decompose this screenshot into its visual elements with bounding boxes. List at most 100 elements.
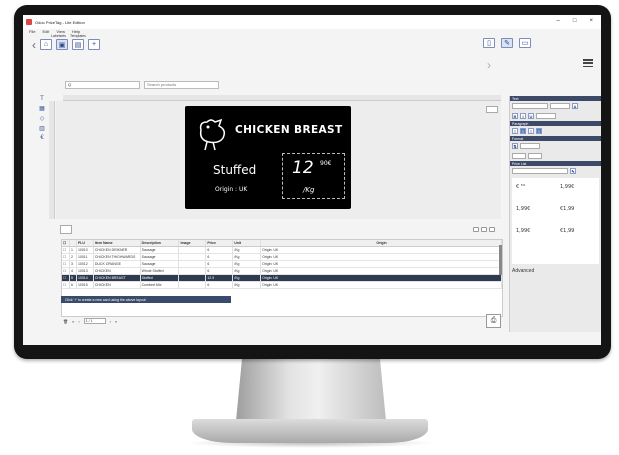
advanced-row: Advanced: [510, 266, 601, 276]
chevron-right-icon[interactable]: ›: [487, 58, 491, 72]
edit-icon[interactable]: ✎: [501, 38, 513, 48]
align-left-icon[interactable]: ≡: [512, 128, 518, 134]
row-price: 6: [206, 282, 234, 288]
price-format-2[interactable]: 1,99€: [560, 184, 574, 190]
row-plu: 10012: [77, 261, 94, 267]
shape-tool-icon[interactable]: ◇: [40, 115, 45, 122]
bold-icon[interactable]: B: [512, 113, 518, 119]
row-checkbox[interactable]: ☐: [62, 268, 70, 274]
print-icon[interactable]: ⎙: [486, 314, 501, 328]
col-description[interactable]: Description: [141, 240, 180, 246]
col-checkbox[interactable]: ☐: [62, 240, 70, 246]
last-page-icon[interactable]: »: [115, 319, 117, 324]
table-row[interactable]: ☐ 5 10014 CHICKEN BREAST Stuffed 12.9/Kg Origi…: [62, 275, 502, 282]
plus-icon[interactable]: +: [88, 39, 100, 50]
format-select[interactable]: [520, 143, 540, 149]
new-card-hint[interactable]: Click '+' to create a new card using the…: [61, 296, 231, 303]
price-label-preview[interactable]: CHICKEN BREAST Stuffed Origin : UK 12 90…: [185, 106, 351, 209]
price-format-1[interactable]: € ⁵°: [516, 184, 525, 190]
layout-icon[interactable]: ▣: [56, 39, 68, 50]
text-tool-icon[interactable]: T: [40, 96, 44, 102]
hamburger-icon[interactable]: [583, 59, 593, 67]
nav-labelsets[interactable]: Labelsets: [51, 34, 66, 38]
image-tool-icon[interactable]: ▦: [39, 105, 45, 112]
row-unit: /Kg: [233, 275, 262, 281]
nav-templates[interactable]: Templates: [70, 34, 86, 38]
label-unit: /Kg: [303, 186, 315, 194]
pager: 🗑 « ‹ 1 / 1 › »: [63, 318, 117, 324]
col-origin[interactable]: Origin: [261, 240, 502, 246]
price-format-6[interactable]: €1,99: [560, 228, 574, 234]
advanced-label[interactable]: Advanced: [512, 268, 534, 274]
align-right-icon[interactable]: ≡: [528, 128, 534, 134]
font-select[interactable]: [512, 103, 548, 109]
style-row: B I U: [510, 111, 601, 121]
table-row[interactable]: ☐ 3 10012 DUCK ORANGE Sausage 6/Kg Origin: UK: [62, 261, 502, 268]
product-search-dropdown[interactable]: Search products: [144, 81, 219, 89]
app-screen: Odoo PriceTag - Lite Edition – □ × File …: [23, 15, 601, 345]
col-price[interactable]: Price: [206, 240, 234, 246]
first-page-icon[interactable]: «: [72, 319, 74, 324]
price-format-4[interactable]: €1,99: [560, 206, 574, 212]
row-checkbox[interactable]: ☐: [62, 254, 70, 260]
format-b-select[interactable]: [512, 153, 526, 159]
close-button[interactable]: ×: [589, 18, 593, 24]
color-select[interactable]: [536, 113, 556, 119]
format-row-2: [510, 151, 601, 161]
table-row[interactable]: ☐ 2 10011 CHICKEN THIGHWARDS Sausage 6/Kg Orig…: [62, 254, 502, 261]
zoom-in-icon[interactable]: [489, 227, 495, 232]
format-a-icon[interactable]: ⇅: [512, 143, 518, 149]
delete-icon[interactable]: 🗑: [63, 319, 68, 324]
row-checkbox[interactable]: ☐: [62, 282, 70, 288]
layer-button[interactable]: [486, 106, 498, 113]
menu-file[interactable]: File: [29, 29, 35, 34]
price-list-edit-icon[interactable]: ✎: [570, 168, 576, 174]
col-item-name[interactable]: Item Name: [94, 240, 141, 246]
grow-font-icon[interactable]: A: [572, 103, 578, 109]
zoom-fit-icon[interactable]: [481, 227, 487, 232]
menu-edit[interactable]: Edit: [42, 29, 49, 34]
price-format-5[interactable]: 1,99€: [516, 228, 530, 234]
valign-icon[interactable]: ≡: [536, 128, 542, 134]
row-description: Cumbert Mix: [141, 282, 180, 288]
prev-page-icon[interactable]: ‹: [78, 319, 79, 324]
align-center-icon[interactable]: ≡: [520, 128, 526, 134]
row-description: Sausage: [141, 254, 180, 260]
next-page-icon[interactable]: ›: [110, 319, 111, 324]
table-scrollbar[interactable]: [499, 245, 502, 275]
table-row[interactable]: ☐ 1 10010 CHICKEN DRIKNER Sausage 6/Kg Origin:…: [62, 247, 502, 254]
chevron-left-icon[interactable]: ‹: [32, 39, 36, 51]
row-item-name: CHICKEN DRIKNER: [94, 247, 141, 253]
search-input[interactable]: Q: [65, 81, 140, 89]
price-list-select[interactable]: [512, 168, 568, 174]
row-price: 12.9: [206, 275, 234, 281]
italic-icon[interactable]: I: [520, 113, 526, 119]
font-size-select[interactable]: [550, 103, 570, 109]
underline-icon[interactable]: U: [528, 113, 534, 119]
maximize-button[interactable]: □: [573, 18, 577, 24]
col-unit[interactable]: Unit: [233, 240, 262, 246]
row-item-name: CHICKEN: [94, 268, 141, 274]
home-icon[interactable]: ⌂: [40, 39, 52, 50]
multi-view-icon[interactable]: ▭: [519, 38, 531, 48]
label-size-selector[interactable]: [60, 225, 72, 234]
row-checkbox[interactable]: ☐: [62, 261, 70, 267]
row-unit: /Kg: [233, 247, 262, 253]
barcode-tool-icon[interactable]: ▥: [39, 125, 45, 132]
price-format-3[interactable]: 1,99€: [516, 206, 530, 212]
single-view-icon[interactable]: ▯: [483, 38, 495, 48]
grid-icon[interactable]: ▤: [72, 39, 84, 50]
minimize-button[interactable]: –: [557, 18, 560, 24]
col-image[interactable]: Image: [179, 240, 207, 246]
price-tool-icon[interactable]: €: [40, 135, 43, 141]
table-row[interactable]: ☐ 4 10013 CHICKEN Whole Stuffed 6/Kg Origin: U…: [62, 268, 502, 275]
row-origin: Origin: UK: [261, 282, 502, 288]
table-row[interactable]: ☐ 6 10015 CHICKEN Cumbert Mix 6/Kg Origin: UK: [62, 282, 502, 289]
row-origin: Origin: UK: [261, 247, 502, 253]
zoom-out-icon[interactable]: [473, 227, 479, 232]
row-checkbox[interactable]: ☐: [62, 247, 70, 253]
page-input[interactable]: 1 / 1: [83, 318, 106, 324]
row-checkbox[interactable]: ☐: [62, 275, 70, 281]
format-c-select[interactable]: [528, 153, 542, 159]
col-plu[interactable]: PLU: [77, 240, 94, 246]
